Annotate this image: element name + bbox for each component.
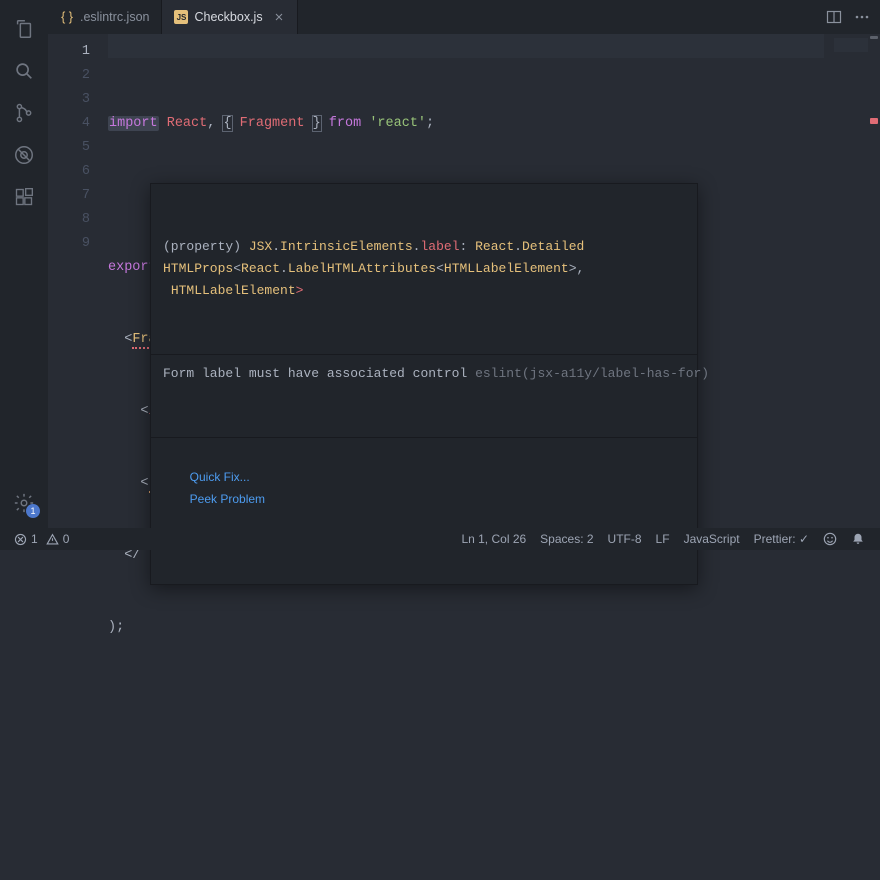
hover-message: Form label must have associated control … — [151, 354, 697, 393]
activity-spacer — [0, 218, 48, 482]
overview-ruler[interactable] — [868, 34, 880, 528]
split-editor-icon[interactable] — [826, 9, 842, 25]
code-area[interactable]: import React, { Fragment } from 'react';… — [108, 34, 880, 528]
extensions-icon[interactable] — [0, 176, 48, 218]
line-number: 6 — [48, 160, 108, 184]
code-line: ); — [108, 616, 880, 640]
editor-tabs: { } .eslintrc.json JS Checkbox.js — [48, 0, 880, 34]
explorer-icon[interactable] — [0, 8, 48, 50]
scroll-error-mark — [870, 118, 878, 124]
manage-icon[interactable]: 1 — [0, 482, 48, 524]
line-number: 8 — [48, 208, 108, 232]
hover-widget: (property) JSX.IntrinsicElements.label: … — [150, 183, 698, 585]
line-number: 1 — [48, 40, 108, 64]
hover-actions: Quick Fix... Peek Problem — [151, 437, 697, 540]
minimap-slider[interactable] — [834, 38, 868, 52]
encoding-status[interactable]: UTF-8 — [601, 532, 649, 546]
line-number: 7 — [48, 184, 108, 208]
braces-icon: { } — [60, 10, 74, 24]
warning-count: 0 — [63, 532, 70, 546]
prettier-status[interactable]: Prettier: ✓ — [747, 532, 816, 546]
line-gutter: 1 2 3 4 5 6 7 8 9 — [48, 34, 108, 528]
quick-fix-link[interactable]: Quick Fix... — [190, 470, 250, 484]
eol-status[interactable]: LF — [649, 532, 677, 546]
language-status[interactable]: JavaScript — [677, 532, 747, 546]
cursor-position[interactable]: Ln 1, Col 26 — [454, 532, 533, 546]
source-control-icon[interactable] — [0, 92, 48, 134]
current-line-highlight — [108, 34, 824, 58]
line-number: 2 — [48, 64, 108, 88]
manage-badge: 1 — [26, 504, 40, 518]
peek-problem-link[interactable]: Peek Problem — [190, 492, 265, 506]
tab-actions — [816, 0, 880, 34]
activity-bar: 1 — [0, 0, 48, 528]
line-number: 3 — [48, 88, 108, 112]
notifications-icon[interactable] — [844, 532, 872, 546]
error-count: 1 — [31, 532, 38, 546]
more-icon[interactable] — [854, 9, 870, 25]
editor[interactable]: 1 2 3 4 5 6 7 8 9 import React, { Fragme… — [48, 34, 880, 528]
close-icon[interactable] — [273, 11, 285, 23]
scroll-cursor-mark — [870, 36, 878, 39]
line-number: 9 — [48, 232, 108, 256]
line-number: 5 — [48, 136, 108, 160]
feedback-icon[interactable] — [816, 532, 844, 546]
minimap[interactable] — [834, 38, 868, 238]
tab-eslintrc[interactable]: { } .eslintrc.json — [48, 0, 162, 34]
status-bar: 1 0 Ln 1, Col 26 Spaces: 2 UTF-8 LF Java… — [0, 528, 880, 550]
hover-signature: (property) JSX.IntrinsicElements.label: … — [151, 228, 697, 310]
code-line: import React, { Fragment } from 'react'; — [108, 112, 880, 136]
js-icon: JS — [174, 10, 188, 24]
tab-label: .eslintrc.json — [80, 10, 149, 24]
tab-checkbox[interactable]: JS Checkbox.js — [162, 0, 297, 34]
indentation-status[interactable]: Spaces: 2 — [533, 532, 600, 546]
line-number: 4 — [48, 112, 108, 136]
code-line — [108, 688, 880, 712]
search-icon[interactable] — [0, 50, 48, 92]
debug-disabled-icon[interactable] — [0, 134, 48, 176]
tab-label: Checkbox.js — [194, 10, 262, 24]
problems-status[interactable]: 1 0 — [8, 532, 75, 546]
